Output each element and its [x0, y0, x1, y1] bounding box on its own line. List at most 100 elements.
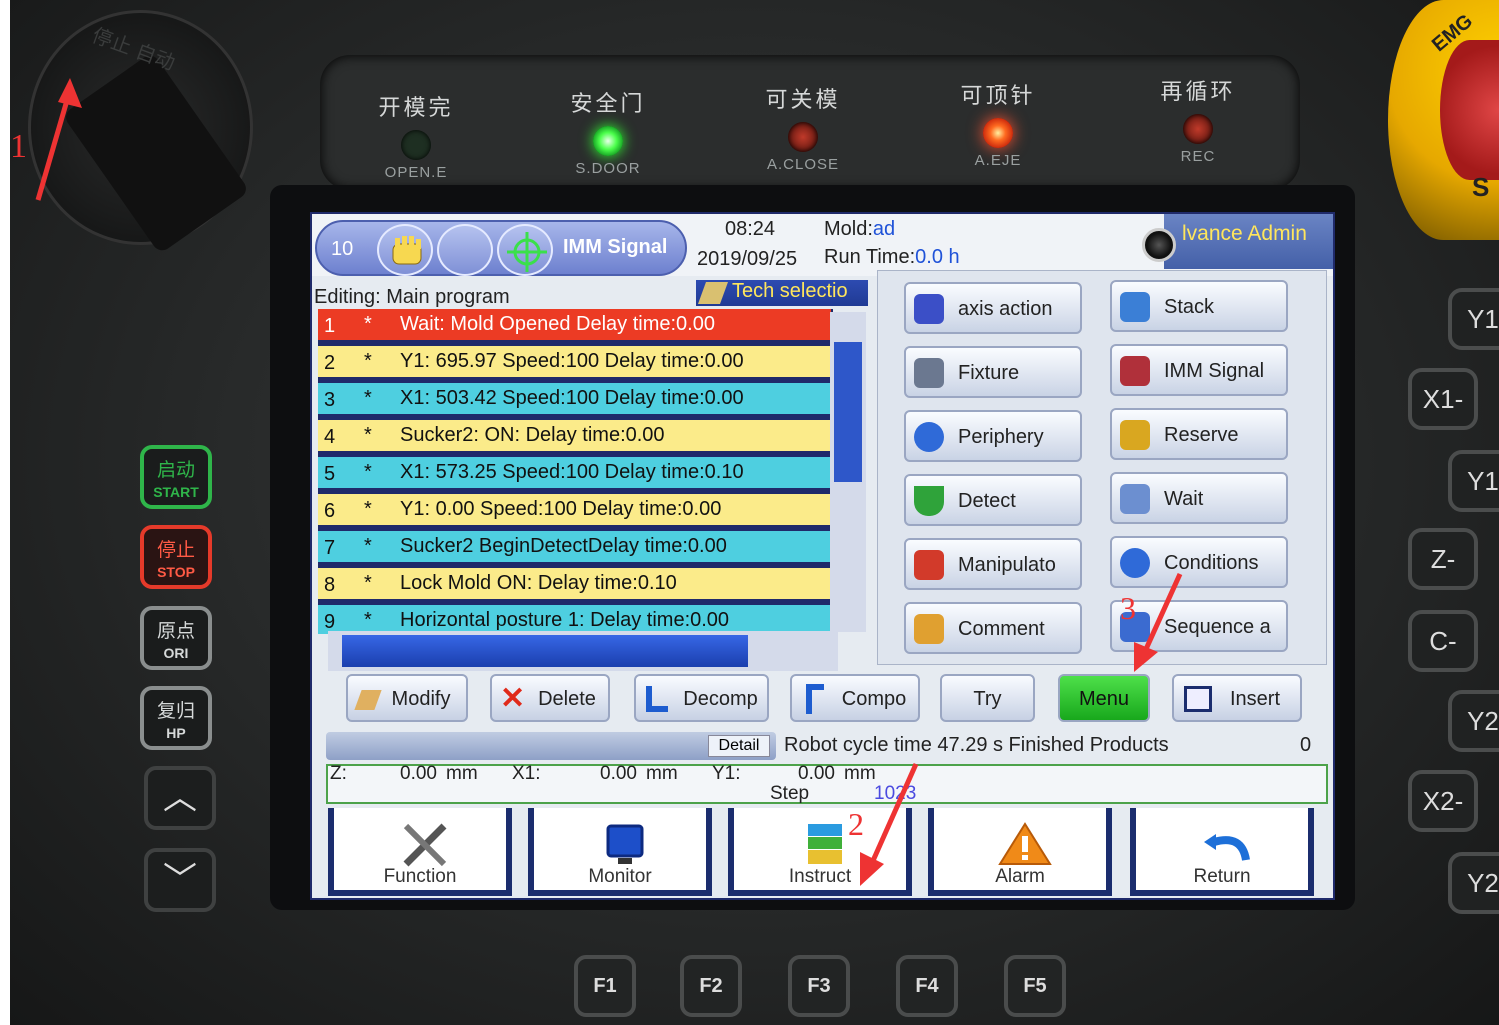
reserve-button[interactable]: Reserve	[1110, 408, 1288, 460]
hourglass-icon	[1120, 484, 1150, 514]
tech-button-label: Tech selectio	[732, 280, 848, 302]
indicator-en-label: REC	[1180, 148, 1216, 165]
alarm-icon	[998, 822, 1052, 865]
home-position-button[interactable]: 复归 HP	[140, 686, 212, 750]
manipulator-button[interactable]: Manipulato	[904, 538, 1082, 590]
program-list[interactable]: 1 * Wait: Mold Opened Delay time:0.00 2 * Y1…	[318, 309, 833, 634]
row-star: *	[364, 313, 372, 335]
row-star: *	[364, 461, 372, 483]
row-text: X1: 503.42 Speed:100 Delay time:0.00	[400, 387, 744, 409]
modify-button[interactable]: Modify	[346, 674, 468, 722]
tab-label: Monitor	[588, 866, 652, 887]
scroll-thumb[interactable]	[342, 635, 748, 667]
mold-value: ad	[872, 218, 896, 240]
button-label: Reserve	[1164, 424, 1239, 446]
imm-signal-button[interactable]: IMM Signal	[1110, 344, 1288, 396]
indicator-rec: 再循环 REC	[1128, 54, 1268, 174]
tab-monitor[interactable]: Monitor	[528, 808, 712, 896]
f3-key[interactable]: F3	[788, 955, 850, 1017]
detect-button[interactable]: Detect	[904, 474, 1082, 526]
button-label: Fixture	[958, 362, 1020, 384]
arrow-down-button[interactable]: ﹀	[144, 848, 216, 912]
detail-button[interactable]: Detail	[708, 735, 770, 757]
return-icon	[1204, 834, 1250, 861]
indicator-a-eje: 可顶针 A.EJE	[928, 58, 1068, 178]
mold-label: Mold:	[824, 218, 873, 240]
button-label: Comment	[958, 618, 1045, 640]
fixture-button[interactable]: Fixture	[904, 346, 1082, 398]
hand-icon[interactable]	[377, 224, 433, 276]
y1-value: 0.00	[798, 763, 835, 784]
x1-unit: mm	[646, 763, 678, 784]
user-icon[interactable]	[1142, 228, 1176, 262]
led-light	[1183, 114, 1213, 144]
row-star: *	[364, 424, 372, 446]
tab-return[interactable]: Return	[1130, 808, 1314, 896]
program-row[interactable]: 8 * Lock Mold ON: Delay time:0.10	[318, 568, 831, 602]
button-label: Stack	[1164, 296, 1215, 318]
program-row[interactable]: 7 * Sucker2 BeginDetectDelay time:0.00	[318, 531, 831, 565]
pencil-icon	[697, 282, 729, 304]
program-row[interactable]: 3 * X1: 503.42 Speed:100 Delay time:0.00	[318, 383, 831, 417]
program-row[interactable]: 9 * Horizontal posture 1: Delay time:0.00	[318, 605, 831, 634]
wait-button[interactable]: Wait	[1110, 472, 1288, 524]
header-bar: 10 IMM Signal 08:24 2019/09/25 Mold:ad R…	[312, 214, 1333, 276]
jog-y2-button[interactable]: Y2	[1448, 690, 1499, 752]
stack-button[interactable]: Stack	[1110, 280, 1288, 332]
jog-y1-button[interactable]: Y1	[1448, 288, 1499, 350]
menu-button[interactable]: Menu	[1058, 674, 1150, 722]
emergency-stop-button[interactable]	[1440, 40, 1499, 180]
jog-x2-minus-button[interactable]: X2-	[1408, 770, 1478, 832]
run-time-info: Run Time:0.0 h	[824, 246, 960, 269]
detect-icon	[914, 486, 944, 516]
axis-action-button[interactable]: axis action	[904, 282, 1082, 334]
f4-key[interactable]: F4	[896, 955, 958, 1017]
try-button[interactable]: Try	[940, 674, 1035, 722]
insert-button[interactable]: Insert	[1172, 674, 1302, 722]
blank-status-icon	[437, 224, 493, 276]
tab-alarm[interactable]: Alarm	[928, 808, 1112, 896]
program-row[interactable]: 5 * X1: 573.25 Speed:100 Delay time:0.10	[318, 457, 831, 491]
jog-x1-minus-button[interactable]: X1-	[1408, 368, 1478, 430]
f2-key[interactable]: F2	[680, 955, 742, 1017]
cycle-info-bar: Detail Robot cycle time 47.29 s Finished…	[326, 732, 1316, 760]
decompose-button[interactable]: Decomp	[634, 674, 769, 722]
indicator-cn-label: 开模完	[378, 96, 454, 121]
program-row[interactable]: 6 * Y1: 0.00 Speed:100 Delay time:0.00	[318, 494, 831, 528]
reserve-icon	[1120, 420, 1150, 450]
f5-key[interactable]: F5	[1004, 955, 1066, 1017]
imm-signal-status: IMM Signal	[563, 236, 668, 258]
led-light	[401, 130, 431, 160]
f1-key[interactable]: F1	[574, 955, 636, 1017]
tab-function[interactable]: Function	[328, 808, 512, 896]
stop-button[interactable]: 停止 STOP	[140, 525, 212, 589]
user-login-area[interactable]: lvance Admin	[1142, 214, 1333, 269]
arrow-up-button[interactable]: ︿	[144, 766, 216, 830]
button-label: Insert	[1229, 688, 1281, 710]
start-button[interactable]: 启动 START	[140, 445, 212, 509]
program-row[interactable]: 2 * Y1: 695.97 Speed:100 Delay time:0.00	[318, 346, 831, 380]
vertical-scrollbar[interactable]	[830, 312, 866, 632]
jog-y2-button-2[interactable]: Y2	[1448, 852, 1499, 914]
scroll-thumb[interactable]	[834, 342, 862, 482]
button-en-label: HP	[166, 725, 186, 741]
led-light	[788, 122, 818, 152]
origin-button[interactable]: 原点 ORI	[140, 606, 212, 670]
comment-button[interactable]: Comment	[904, 602, 1082, 654]
tech-selection-button[interactable]: Tech selectio	[696, 280, 868, 306]
run-time-value: 0.0 h	[915, 246, 960, 268]
jog-c-minus-button[interactable]: C-	[1408, 610, 1478, 672]
button-label: axis action	[958, 298, 1053, 320]
horizontal-scrollbar[interactable]	[328, 631, 838, 671]
row-star: *	[364, 609, 372, 631]
row-number: 4	[324, 426, 336, 448]
delete-button[interactable]: ✕ Delete	[490, 674, 610, 722]
jog-y1-button-2[interactable]: Y1	[1448, 450, 1499, 512]
program-row[interactable]: 4 * Sucker2: ON: Delay time:0.00	[318, 420, 831, 454]
compose-button[interactable]: Compo	[790, 674, 920, 722]
jog-z-minus-button[interactable]: Z-	[1408, 528, 1478, 590]
periphery-button[interactable]: Periphery	[904, 410, 1082, 462]
program-row[interactable]: 1 * Wait: Mold Opened Delay time:0.00	[318, 309, 831, 343]
indicator-cn-label: 可关模	[765, 88, 841, 113]
manipulator-icon	[914, 550, 944, 580]
